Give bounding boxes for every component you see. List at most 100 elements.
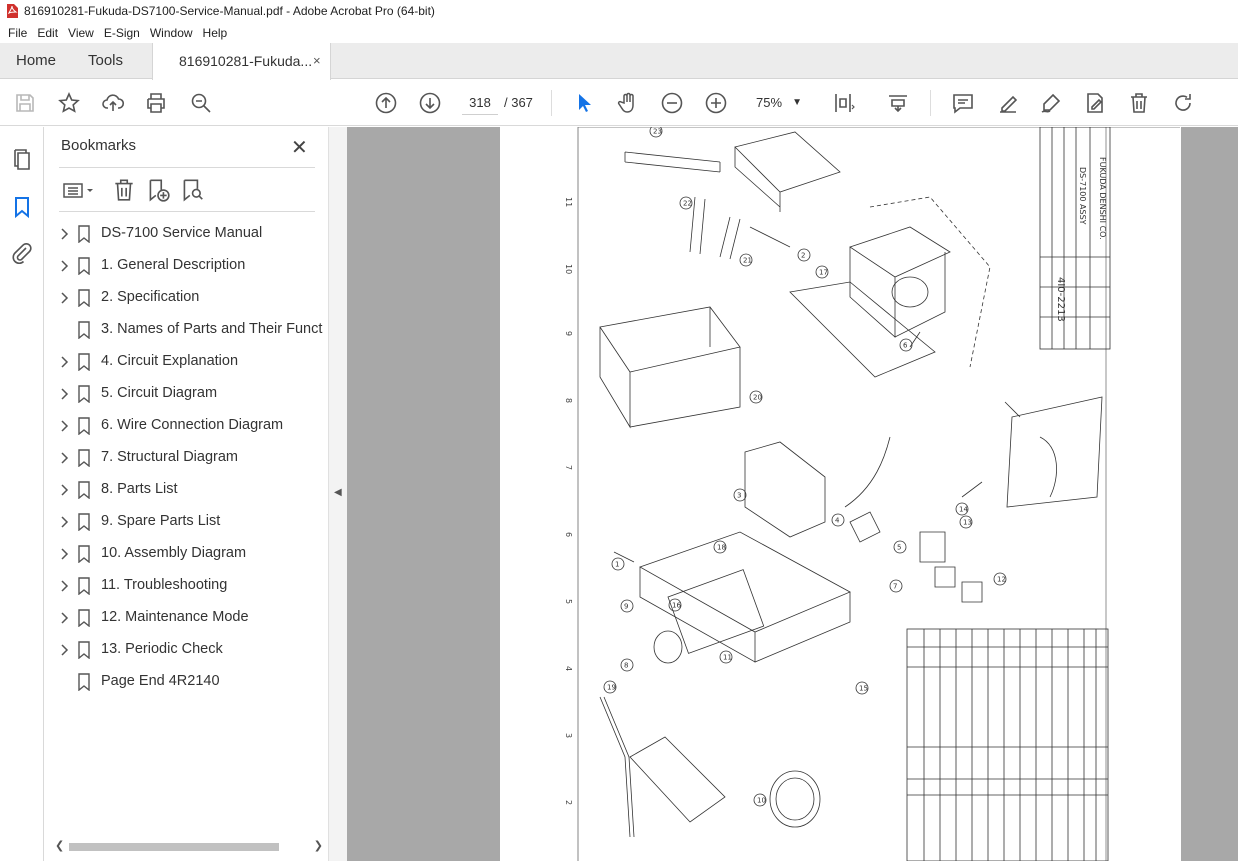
collapse-panel-icon[interactable]: ◀ [334,487,342,498]
acrobat-logo-icon [7,4,18,18]
sign-icon[interactable] [1038,90,1064,116]
bookmark-item[interactable]: 2. Specification [45,283,328,315]
print-icon[interactable] [143,90,169,116]
bookmark-item[interactable]: 4. Circuit Explanation [45,347,328,379]
options-menu-icon[interactable] [61,177,97,203]
bookmark-item[interactable]: Page End 4R2140 [45,667,328,699]
bookmark-item[interactable]: 13. Periodic Check [45,635,328,667]
chevron-right-icon[interactable] [58,387,70,401]
rotate-icon[interactable] [1170,90,1196,116]
attachment-icon[interactable] [10,241,34,265]
page-number-input[interactable]: 318 [462,90,498,115]
part-callout-label: 21 [743,257,752,265]
save-icon[interactable] [12,90,38,116]
bookmark-label: 2. Specification [101,289,200,305]
bookmark-flag-icon [78,257,90,275]
page-fit-icon[interactable] [830,90,856,116]
menu-edit[interactable]: Edit [32,26,63,40]
pages-icon[interactable] [10,148,34,172]
bookmark-item[interactable]: 3. Names of Parts and Their Functions [45,315,328,347]
close-icon[interactable]: ✕ [291,135,308,160]
tab-document-label: 816910281-Fukuda... [179,53,313,69]
menu-help[interactable]: Help [198,26,233,40]
chevron-right-icon[interactable] [58,579,70,593]
upload-icon[interactable] [100,90,126,116]
bookmark-item[interactable]: 7. Structural Diagram [45,443,328,475]
menu-esign[interactable]: E-Sign [99,26,145,40]
fill-sign-icon[interactable] [1082,90,1108,116]
bookmark-item[interactable]: DS-7100 Service Manual [45,219,328,251]
bookmark-item[interactable]: 1. General Description [45,251,328,283]
bookmark-flag-icon [78,385,90,403]
scroll-left-icon[interactable]: ❮ [55,839,64,852]
part-callout-label: 8 [624,662,628,670]
ruler-label: 9 [564,331,573,336]
document-area[interactable]: 11 10 9 8 7 6 5 4 3 2 1 2 3 4 5 6 7 8 9 10 11 12 13 14 15 16 17 18… [347,127,1238,861]
bookmark-flag-icon [78,353,90,371]
bookmark-item[interactable]: 11. Troubleshooting [45,571,328,603]
horizontal-scrollbar[interactable]: ❮ ❯ [55,839,323,855]
panel-splitter[interactable]: ◀ [328,127,347,861]
chevron-right-icon[interactable] [58,291,70,305]
pdf-page[interactable]: 11 10 9 8 7 6 5 4 3 2 1 2 3 4 5 6 7 8 9 10 11 12 13 14 15 16 17 18… [500,127,1181,861]
tab-document[interactable]: 816910281-Fukuda... × [152,43,331,80]
bookmark-label: 7. Structural Diagram [101,449,238,465]
bookmark-item[interactable]: 9. Spare Parts List [45,507,328,539]
chevron-right-icon[interactable] [58,419,70,433]
zoom-select[interactable]: 75% ▼ [746,90,806,115]
delete-bookmark-icon[interactable] [111,177,137,203]
scroll-thumb[interactable] [69,843,279,851]
chevron-right-icon[interactable] [58,547,70,561]
panel-divider [59,167,315,168]
comment-icon[interactable] [950,90,976,116]
bookmark-icon[interactable] [10,195,34,219]
chevron-right-icon[interactable] [58,483,70,497]
scroll-right-icon[interactable]: ❯ [314,839,323,852]
bookmark-item[interactable]: 12. Maintenance Mode [45,603,328,635]
chevron-right-icon[interactable] [58,451,70,465]
chevron-down-icon: ▼ [792,97,802,108]
part-callout-label: 12 [997,576,1006,584]
chevron-right-icon[interactable] [58,611,70,625]
bookmark-item[interactable]: 8. Parts List [45,475,328,507]
tab-close-icon[interactable]: × [313,53,321,68]
chevron-right-icon[interactable] [58,259,70,273]
zoom-out-icon[interactable] [659,90,685,116]
chevron-right-icon[interactable] [58,643,70,657]
bookmark-label: 10. Assembly Diagram [101,545,247,561]
page-up-icon[interactable] [373,90,399,116]
tab-tools[interactable]: Tools [88,43,123,79]
page-down-icon[interactable] [417,90,443,116]
part-callout-label: 11 [723,654,732,662]
highlight-icon[interactable] [995,90,1021,116]
find-bookmark-icon[interactable] [179,177,205,203]
part-callout-label: 17 [819,269,828,277]
bookmark-item[interactable]: 10. Assembly Diagram [45,539,328,571]
menu-file[interactable]: File [3,26,32,40]
bookmark-item[interactable]: 6. Wire Connection Diagram [45,411,328,443]
zoom-in-icon[interactable] [703,90,729,116]
select-cursor-icon[interactable] [571,90,597,116]
chevron-right-icon[interactable] [58,355,70,369]
chevron-right-icon[interactable] [58,515,70,529]
scroll-mode-icon[interactable] [885,90,911,116]
ruler-label: 7 [564,465,573,470]
hand-icon[interactable] [615,90,641,116]
menu-bar: File Edit View E-Sign Window Help [0,22,1238,43]
bookmark-item[interactable]: 5. Circuit Diagram [45,379,328,411]
part-callout-label: 13 [963,519,972,527]
menu-view[interactable]: View [63,26,99,40]
bookmark-flag-icon [78,225,90,243]
bookmark-label: 6. Wire Connection Diagram [101,417,284,433]
ruler-label: 10 [564,264,573,274]
star-icon[interactable] [56,90,82,116]
add-bookmark-icon[interactable] [145,177,171,203]
delete-icon[interactable] [1126,90,1152,116]
part-callout-label: 15 [859,685,868,693]
search-zoom-icon[interactable] [188,90,214,116]
menu-window[interactable]: Window [145,26,198,40]
tab-bar: Home Tools 816910281-Fukuda... × [0,43,1238,80]
tab-home[interactable]: Home [16,43,56,79]
bookmark-flag-icon [78,577,90,595]
chevron-right-icon[interactable] [58,227,70,241]
